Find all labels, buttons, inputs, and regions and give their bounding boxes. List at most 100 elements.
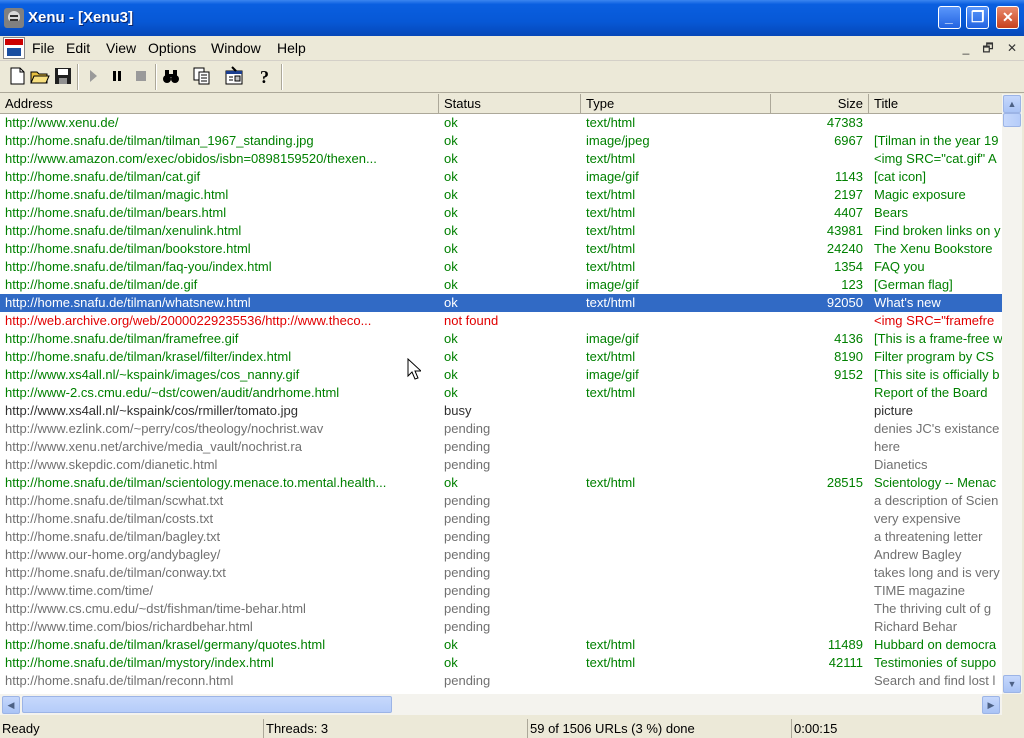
cell-size: 4136 <box>834 331 863 346</box>
cell-title: [This site is officially b <box>874 367 1000 382</box>
cell-type: text/html <box>586 475 636 490</box>
table-row[interactable]: http://www.cs.cmu.edu/~dst/fishman/time-… <box>0 600 1002 618</box>
table-row[interactable]: http://home.snafu.de/tilman/magic.html ok… <box>0 186 1002 204</box>
table-row[interactable]: http://home.snafu.de/tilman/conway.txt pe… <box>0 564 1002 582</box>
table-row[interactable]: http://www.skepdic.com/dianetic.html pend… <box>0 456 1002 474</box>
cell-type: text/html <box>586 385 636 400</box>
scroll-up-button[interactable]: ▲ <box>1003 95 1021 113</box>
scroll-down-button[interactable]: ▼ <box>1003 675 1021 693</box>
xenu-app-icon[interactable] <box>4 8 24 28</box>
scroll-left-button[interactable]: ◀ <box>2 696 20 714</box>
table-row[interactable]: http://web.archive.org/web/2000022923553… <box>0 312 1002 330</box>
table-row[interactable]: http://home.snafu.de/tilman/xenulink.htm… <box>0 222 1002 240</box>
table-row[interactable]: http://www.time.com/bios/richardbehar.ht… <box>0 618 1002 636</box>
cell-size: 47383 <box>826 115 863 130</box>
table-row[interactable]: http://home.snafu.de/tilman/tilman_1967_… <box>0 132 1002 150</box>
horizontal-scroll-thumb[interactable] <box>22 696 392 713</box>
table-row[interactable]: http://home.snafu.de/tilman/krasel/filte… <box>0 348 1002 366</box>
cell-address: http://home.snafu.de/tilman/cat.gif <box>5 169 201 184</box>
table-row[interactable]: http://home.snafu.de/tilman/mystory/inde… <box>0 654 1002 672</box>
cell-address: http://home.snafu.de/tilman/scwhat.txt <box>5 493 224 508</box>
cell-title: Richard Behar <box>874 619 958 634</box>
url-list[interactable]: Address Status Type Size Title http://ww… <box>0 94 1002 694</box>
document-icon[interactable] <box>3 37 25 59</box>
vertical-scroll-thumb[interactable] <box>1003 113 1021 127</box>
column-header-address[interactable]: Address <box>0 94 439 113</box>
table-row[interactable]: http://www.ezlink.com/~perry/cos/theolog… <box>0 420 1002 438</box>
table-row[interactable]: http://home.snafu.de/tilman/krasel/germa… <box>0 636 1002 654</box>
table-row[interactable]: http://home.snafu.de/tilman/faq-you/inde… <box>0 258 1002 276</box>
cell-title: FAQ you <box>874 259 925 274</box>
table-row[interactable]: http://home.snafu.de/tilman/whatsnew.htm… <box>0 294 1002 312</box>
cell-title: Filter program by CS <box>874 349 994 364</box>
save-icon <box>55 68 71 84</box>
table-row[interactable]: http://www.xs4all.nl/~kspaink/images/cos… <box>0 366 1002 384</box>
child-minimize-button[interactable]: _ <box>957 40 975 56</box>
table-row[interactable]: http://www.xs4all.nl/~kspaink/cos/rmille… <box>0 402 1002 420</box>
vertical-scrollbar[interactable] <box>1002 94 1022 694</box>
table-row[interactable]: http://www.amazon.com/exec/obidos/isbn=0… <box>0 150 1002 168</box>
menu-options[interactable]: Options <box>148 40 196 56</box>
child-close-button[interactable]: ✕ <box>1003 40 1021 56</box>
copy-button[interactable] <box>191 65 213 87</box>
table-row[interactable]: http://home.snafu.de/tilman/costs.txt pen… <box>0 510 1002 528</box>
cell-size: 24240 <box>826 241 863 256</box>
table-row[interactable]: http://home.snafu.de/tilman/scwhat.txt pe… <box>0 492 1002 510</box>
menu-window[interactable]: Window <box>211 40 261 56</box>
cell-title: The Xenu Bookstore <box>874 241 993 256</box>
table-row[interactable]: http://home.snafu.de/tilman/bagley.txt pe… <box>0 528 1002 546</box>
child-restore-button[interactable]: 🗗 <box>979 40 997 56</box>
menu-file[interactable]: File <box>32 40 55 56</box>
properties-button[interactable] <box>223 65 245 87</box>
toolbar <box>0 61 1024 93</box>
pause-button[interactable] <box>106 65 128 87</box>
svg-text:?: ? <box>260 67 269 87</box>
column-header-title[interactable]: Title <box>869 94 1002 113</box>
column-header-status[interactable]: Status <box>439 94 581 113</box>
open-button[interactable] <box>29 65 51 87</box>
table-row[interactable]: http://www-2.cs.cmu.edu/~dst/cowen/audit… <box>0 384 1002 402</box>
table-row[interactable]: http://www.xenu.de/ok text/html 47383 <box>0 114 1002 132</box>
menu-view[interactable]: View <box>106 40 136 56</box>
toolbar-separator <box>281 64 283 90</box>
table-row[interactable]: http://home.snafu.de/tilman/cat.gif ok ima… <box>0 168 1002 186</box>
table-row[interactable]: http://home.snafu.de/tilman/scientology.… <box>0 474 1002 492</box>
menu-help[interactable]: Help <box>277 40 306 56</box>
maximize-button[interactable]: ❐ <box>966 6 989 29</box>
column-header-type[interactable]: Type <box>581 94 771 113</box>
cell-address: http://home.snafu.de/tilman/krasel/germa… <box>5 637 326 652</box>
table-row[interactable]: http://home.snafu.de/tilman/bookstore.ht… <box>0 240 1002 258</box>
cell-address: http://home.snafu.de/tilman/faq-you/inde… <box>5 259 272 274</box>
cell-type: text/html <box>586 241 636 256</box>
minimize-button[interactable]: _ <box>938 6 961 29</box>
new-button[interactable] <box>6 65 28 87</box>
cell-status: pending <box>444 601 491 616</box>
table-row[interactable]: http://home.snafu.de/tilman/bears.html ok… <box>0 204 1002 222</box>
cell-title: Hubbard on democra <box>874 637 997 652</box>
find-button[interactable] <box>160 65 182 87</box>
save-button[interactable] <box>52 65 74 87</box>
cell-title: Report of the Board <box>874 385 988 400</box>
cell-title: Bears <box>874 205 908 220</box>
toolbar-separator <box>155 64 157 90</box>
table-row[interactable]: http://www.time.com/time/pending TIME mag… <box>0 582 1002 600</box>
start-button[interactable] <box>82 65 104 87</box>
table-row[interactable]: http://home.snafu.de/tilman/de.gif ok imag… <box>0 276 1002 294</box>
arrow-up-icon: ▲ <box>1007 99 1017 109</box>
menu-edit[interactable]: Edit <box>66 40 90 56</box>
table-row[interactable]: http://home.snafu.de/tilman/reconn.html p… <box>0 672 1002 690</box>
stop-button[interactable] <box>130 65 152 87</box>
cell-address: http://home.snafu.de/tilman/xenulink.htm… <box>5 223 242 238</box>
cell-status: pending <box>444 439 491 454</box>
column-header-size[interactable]: Size <box>771 94 869 113</box>
cell-address: http://home.snafu.de/tilman/costs.txt <box>5 511 214 526</box>
cell-type: image/gif <box>586 169 639 184</box>
copy-icon <box>193 67 210 85</box>
table-row[interactable]: http://home.snafu.de/tilman/framefree.gi… <box>0 330 1002 348</box>
close-button[interactable]: ✕ <box>996 6 1019 29</box>
scroll-right-button[interactable]: ▶ <box>982 696 1000 714</box>
table-row[interactable]: http://www.our-home.org/andybagley/pendi… <box>0 546 1002 564</box>
table-row[interactable]: http://www.xenu.net/archive/media_vault/… <box>0 438 1002 456</box>
cell-type: image/gif <box>586 277 639 292</box>
help-button[interactable]: ? <box>254 65 276 87</box>
